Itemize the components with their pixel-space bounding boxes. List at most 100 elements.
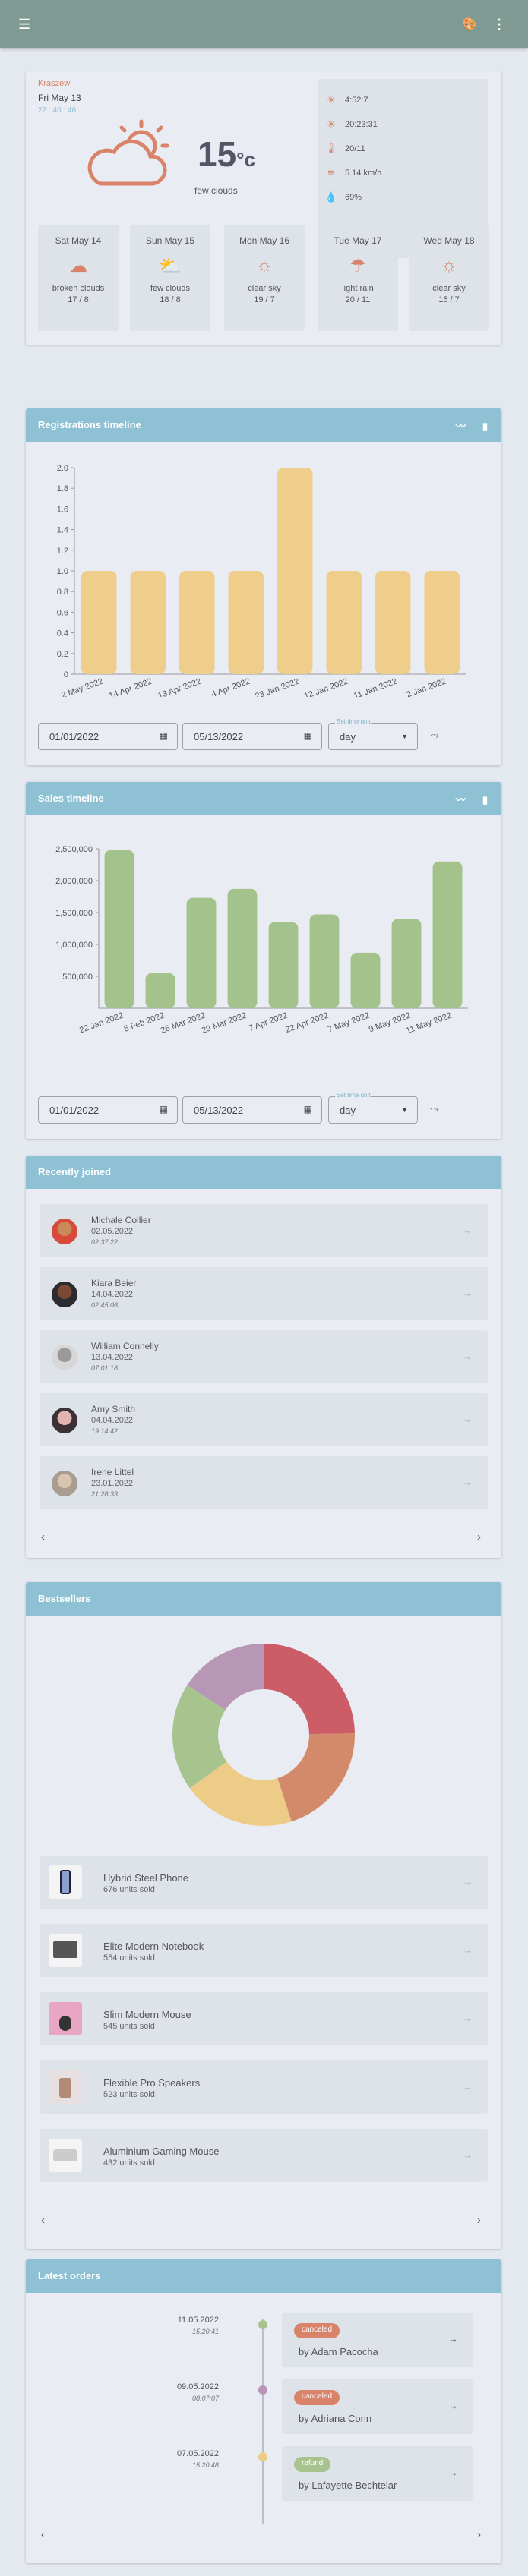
pie-slice: [277, 1733, 355, 1822]
more-vert-icon[interactable]: ⋮: [492, 17, 506, 33]
partly-cloudy-icon: [87, 119, 169, 186]
bar: [145, 973, 175, 1008]
y-tick-label: 1.2: [57, 547, 68, 556]
arrow-right-icon[interactable]: →: [448, 2467, 458, 2478]
sunrise-row: ☀ 4:52:7: [318, 91, 488, 109]
arrow-right-icon[interactable]: →: [463, 1876, 473, 1887]
menu-icon[interactable]: ☰: [18, 17, 30, 33]
reset-zoom-icon[interactable]: ⤳: [430, 729, 439, 742]
list-item[interactable]: Hybrid Steel Phone 676 units sold →: [40, 1856, 488, 1909]
list-item[interactable]: Flexible Pro Speakers 523 units sold →: [40, 2060, 488, 2114]
time-unit-select[interactable]: Set time unit day ▼: [328, 1092, 418, 1124]
chevron-left-icon[interactable]: ‹: [41, 1531, 45, 1543]
calendar-icon[interactable]: ▦: [304, 1104, 312, 1115]
list-item[interactable]: Elite Modern Notebook 554 units sold →: [40, 1924, 488, 1977]
arrow-right-icon[interactable]: →: [463, 1944, 473, 1956]
arrow-right-icon[interactable]: →: [463, 2013, 473, 2024]
bar: [432, 861, 463, 1008]
palette-icon[interactable]: 🎨: [462, 17, 477, 32]
x-tick-label: 29 Mar 2022: [201, 1011, 248, 1036]
partly-cloudy-icon: ⛅: [159, 256, 182, 276]
chevron-down-icon: ▼: [401, 733, 408, 740]
chevron-right-icon[interactable]: ›: [477, 2214, 481, 2227]
registrations-chart: 0 0.2 0.4 0.6 0.8 1.0 1.2 1.4 1.6 1.8 2.0 2 May 202…: [57, 464, 466, 697]
y-tick-label: 2,000,000: [55, 877, 93, 886]
y-tick-label: 0.6: [57, 608, 68, 617]
rain-icon: ☂: [349, 256, 366, 276]
bar-chart-icon[interactable]: ▮: [482, 421, 488, 432]
from-date-input[interactable]: 01/01/2022 ▦: [38, 1096, 178, 1124]
status-badge: canceled: [294, 2323, 340, 2338]
bar: [326, 571, 362, 674]
weather-date: Fri May 13: [38, 93, 81, 103]
weather-description: few clouds: [194, 185, 238, 196]
bar-chart-icon[interactable]: ▮: [482, 794, 488, 806]
to-date-input[interactable]: 05/13/2022 ▦: [182, 723, 322, 750]
arrow-right-icon[interactable]: →: [463, 1477, 473, 1488]
thermometer-icon: 🌡: [324, 143, 338, 154]
bar: [391, 919, 422, 1008]
bestsellers-card: Bestsellers Hybrid Steel Phone 676 units…: [26, 1582, 501, 2249]
order-item[interactable]: canceled by Adriana Conn →: [282, 2379, 473, 2434]
calendar-icon[interactable]: ▦: [160, 730, 168, 741]
list-item[interactable]: William Connelly 13.04.2022 07:01:18 →: [40, 1330, 488, 1383]
reset-zoom-icon[interactable]: ⤳: [430, 1102, 439, 1115]
arrow-right-icon[interactable]: →: [448, 2400, 458, 2411]
chevron-left-icon[interactable]: ‹: [41, 2214, 45, 2227]
x-tick-label: 7 Apr 2022: [248, 1011, 289, 1033]
order-item[interactable]: canceled by Adam Pacocha →: [282, 2313, 473, 2367]
time-unit-select[interactable]: Set time unit day ▼: [328, 718, 418, 750]
arrow-right-icon[interactable]: →: [463, 1225, 473, 1236]
product-image: [49, 2139, 82, 2172]
bar: [179, 571, 215, 674]
chevron-right-icon[interactable]: ›: [477, 2528, 481, 2541]
arrow-right-icon[interactable]: →: [463, 2081, 473, 2092]
y-tick-label: 1.4: [57, 526, 68, 535]
sunset-icon: ☀: [327, 118, 336, 130]
list-item[interactable]: Michale Collier 02.05.2022 02:37:22 →: [40, 1204, 488, 1257]
arrow-right-icon[interactable]: →: [463, 1414, 473, 1425]
avatar: [52, 1408, 77, 1433]
order-date: 11.05.2022 15:20:41: [177, 2316, 219, 2335]
arrow-right-icon[interactable]: →: [448, 2333, 458, 2344]
avatar: [52, 1282, 77, 1307]
list-item[interactable]: Kiara Beier 14.04.2022 02:45:06 →: [40, 1267, 488, 1320]
wind-icon: ≋: [327, 167, 336, 178]
from-date-input[interactable]: 01/01/2022 ▦: [38, 723, 178, 750]
list-item[interactable]: Irene Littel 23.01.2022 21:28:33 →: [40, 1456, 488, 1509]
chevron-left-icon[interactable]: ‹: [41, 2528, 45, 2541]
y-tick-label: 1,000,000: [55, 941, 93, 950]
line-chart-icon[interactable]: 〰: [456, 421, 466, 432]
arrow-right-icon[interactable]: →: [463, 1351, 473, 1362]
calendar-icon[interactable]: ▦: [160, 1104, 168, 1115]
chevron-down-icon: ▼: [401, 1106, 408, 1114]
weather-city: Kraszew: [38, 79, 71, 88]
list-item[interactable]: Slim Modern Mouse 545 units sold →: [40, 1992, 488, 2045]
arrow-right-icon[interactable]: →: [463, 2149, 473, 2161]
x-tick-label: 11 May 2022: [405, 1011, 453, 1036]
timeline-dot: [258, 2385, 267, 2395]
forecast-day: Sun May 15 ⛅ few clouds 18 / 8: [130, 225, 210, 331]
chevron-right-icon[interactable]: ›: [477, 1531, 481, 1543]
sun-icon: ☼: [256, 255, 273, 276]
order-item[interactable]: refund by Lafayette Bechtelar →: [282, 2446, 473, 2501]
x-tick-label: 13 Apr 2022: [157, 677, 202, 697]
y-tick-label: 500,000: [62, 973, 93, 982]
calendar-icon[interactable]: ▦: [304, 730, 312, 741]
registrations-card: Registrations timeline 〰 ▮ 0 0.2 0.4 0.6 0.8 1…: [26, 408, 501, 765]
to-date-input[interactable]: 05/13/2022 ▦: [182, 1096, 322, 1124]
order-date: 07.05.2022 15:20:48: [176, 2449, 219, 2469]
bar: [268, 922, 299, 1008]
arrow-right-icon[interactable]: →: [463, 1288, 473, 1299]
list-item[interactable]: Amy Smith 04.04.2022 19:14:42 →: [40, 1393, 488, 1446]
line-chart-icon[interactable]: 〰: [456, 794, 466, 806]
bar: [227, 888, 258, 1008]
weather-time: 22 : 40 : 46: [38, 106, 77, 115]
recently-joined-card: Recently joined Michale Collier 02.05.20…: [26, 1156, 501, 1558]
list-item[interactable]: Aluminium Gaming Mouse 432 units sold →: [40, 2129, 488, 2182]
x-tick-label: 7 May 2022: [327, 1011, 371, 1035]
bestsellers-pie-chart: [172, 1644, 355, 1826]
x-tick-label: 22 Apr 2022: [284, 1011, 330, 1036]
pie-slice: [264, 1644, 355, 1735]
x-tick-label: 9 May 2022: [368, 1011, 412, 1035]
